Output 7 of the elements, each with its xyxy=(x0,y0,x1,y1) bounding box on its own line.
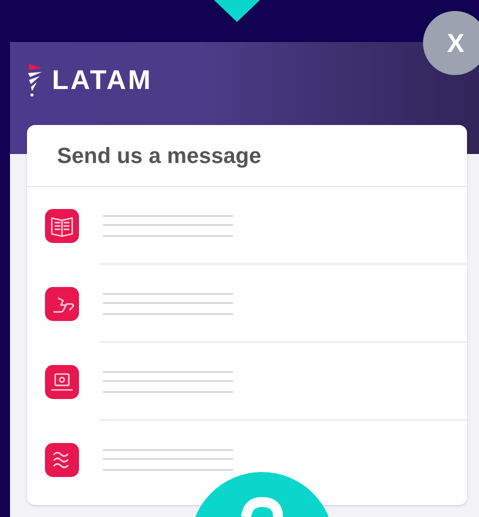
book-icon xyxy=(45,209,79,243)
pointer-triangle-icon xyxy=(214,0,260,22)
computer-icon xyxy=(45,365,79,399)
logo-icon xyxy=(26,62,44,98)
logo-text: LATAM xyxy=(52,66,152,94)
close-button[interactable]: X xyxy=(423,11,479,75)
card-title: Send us a message xyxy=(57,142,262,170)
